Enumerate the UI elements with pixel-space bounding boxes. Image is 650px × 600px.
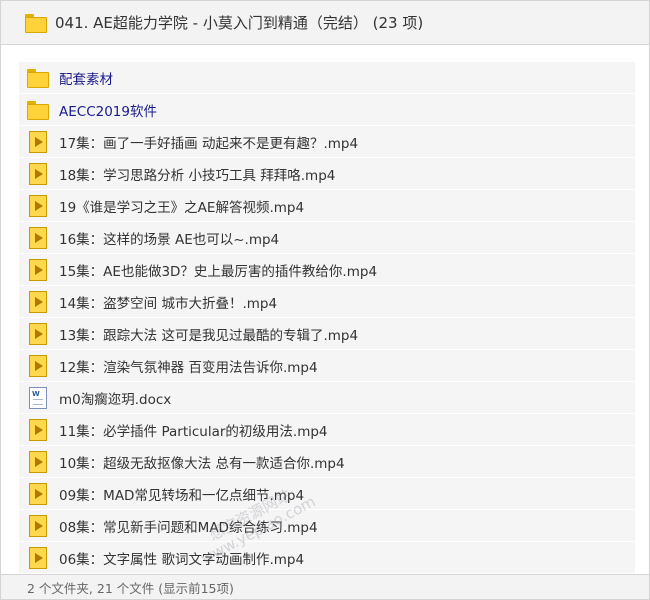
video-file-icon [29, 226, 47, 249]
item-label: 08集：常见新手问题和MAD综合练习.mp4 [59, 519, 318, 536]
list-item-video[interactable]: 08集：常见新手问题和MAD综合练习.mp4 [19, 510, 635, 542]
video-file-icon [29, 546, 47, 569]
video-file-icon [29, 162, 47, 185]
file-browser-window: 041. AE超能力学院 - 小莫入门到精通（完结） (23 项) 配套素材 A… [0, 0, 650, 600]
list-item-video[interactable]: 13集：跟踪大法 这可是我见过最酷的专辑了.mp4 [19, 318, 635, 350]
status-bar: 2 个文件夹, 21 个文件 (显示前15项) [1, 574, 649, 599]
item-label: 13集：跟踪大法 这可是我见过最酷的专辑了.mp4 [59, 327, 359, 344]
list-item-video[interactable]: 19《谁是学习之王》之AE解答视频.mp4 [19, 190, 635, 222]
list-item-video[interactable]: 06集：文字属性 歌词文字动画制作.mp4 [19, 542, 635, 574]
video-file-icon [29, 482, 47, 505]
item-label: m0淘瘸迩玥.docx [59, 391, 172, 408]
video-file-icon [29, 130, 47, 153]
list-item-video[interactable]: 12集：渲染气氛神器 百变用法告诉你.mp4 [19, 350, 635, 382]
file-list-area[interactable]: 配套素材 AECC2019软件 17集：画了一手好插画 动起来不是更有趣？.mp… [1, 46, 649, 574]
video-file-icon [29, 354, 47, 377]
video-file-icon [29, 322, 47, 345]
folder-icon [27, 68, 49, 88]
item-label: 10集：超级无敌抠像大法 总有一款适合你.mp4 [59, 455, 345, 472]
item-label: 16集：这样的场景 AE也可以~.mp4 [59, 231, 280, 248]
video-file-icon [29, 194, 47, 217]
title-bar: 041. AE超能力学院 - 小莫入门到精通（完结） (23 项) [1, 1, 649, 45]
item-label: 12集：渲染气氛神器 百变用法告诉你.mp4 [59, 359, 318, 376]
list-item-video[interactable]: 16集：这样的场景 AE也可以~.mp4 [19, 222, 635, 254]
item-label: 18集：学习思路分析 小技巧工具 拜拜咯.mp4 [59, 167, 336, 184]
video-file-icon [29, 418, 47, 441]
status-text: 2 个文件夹, 21 个文件 (显示前15项) [27, 580, 234, 596]
video-file-icon [29, 258, 47, 281]
list-item-video[interactable]: 14集：盗梦空间 城市大折叠！.mp4 [19, 286, 635, 318]
list-item-folder[interactable]: 配套素材 [19, 62, 635, 94]
item-label: 14集：盗梦空间 城市大折叠！.mp4 [59, 295, 278, 312]
video-file-icon [29, 290, 47, 313]
list-item-video[interactable]: 10集：超级无敌抠像大法 总有一款适合你.mp4 [19, 446, 635, 478]
item-label: 11集：必学插件 Particular的初级用法.mp4 [59, 423, 328, 440]
item-label: 15集：AE也能做3D？史上最厉害的插件教给你.mp4 [59, 263, 378, 280]
list-item-folder[interactable]: AECC2019软件 [19, 94, 635, 126]
list-item-video[interactable]: 15集：AE也能做3D？史上最厉害的插件教给你.mp4 [19, 254, 635, 286]
file-list: 配套素材 AECC2019软件 17集：画了一手好插画 动起来不是更有趣？.mp… [19, 62, 635, 574]
list-item-video[interactable]: 09集：MAD常见转场和一亿点细节.mp4 [19, 478, 635, 510]
word-document-icon: W [29, 386, 47, 409]
list-item-video[interactable]: 17集：画了一手好插画 动起来不是更有趣？.mp4 [19, 126, 635, 158]
item-label: 17集：画了一手好插画 动起来不是更有趣？.mp4 [59, 135, 359, 152]
folder-title: 041. AE超能力学院 - 小莫入门到精通（完结） (23 项) [55, 14, 424, 32]
item-label: AECC2019软件 [59, 103, 157, 120]
video-file-icon [29, 514, 47, 537]
video-file-icon [29, 450, 47, 473]
item-label: 19《谁是学习之王》之AE解答视频.mp4 [59, 199, 305, 216]
list-item-document[interactable]: W m0淘瘸迩玥.docx [19, 382, 635, 414]
item-label: 配套素材 [59, 71, 113, 88]
list-item-video[interactable]: 11集：必学插件 Particular的初级用法.mp4 [19, 414, 635, 446]
folder-icon [27, 100, 49, 120]
item-label: 06集：文字属性 歌词文字动画制作.mp4 [59, 551, 305, 568]
item-label: 09集：MAD常见转场和一亿点细节.mp4 [59, 487, 305, 504]
list-item-video[interactable]: 18集：学习思路分析 小技巧工具 拜拜咯.mp4 [19, 158, 635, 190]
folder-icon [25, 13, 47, 33]
